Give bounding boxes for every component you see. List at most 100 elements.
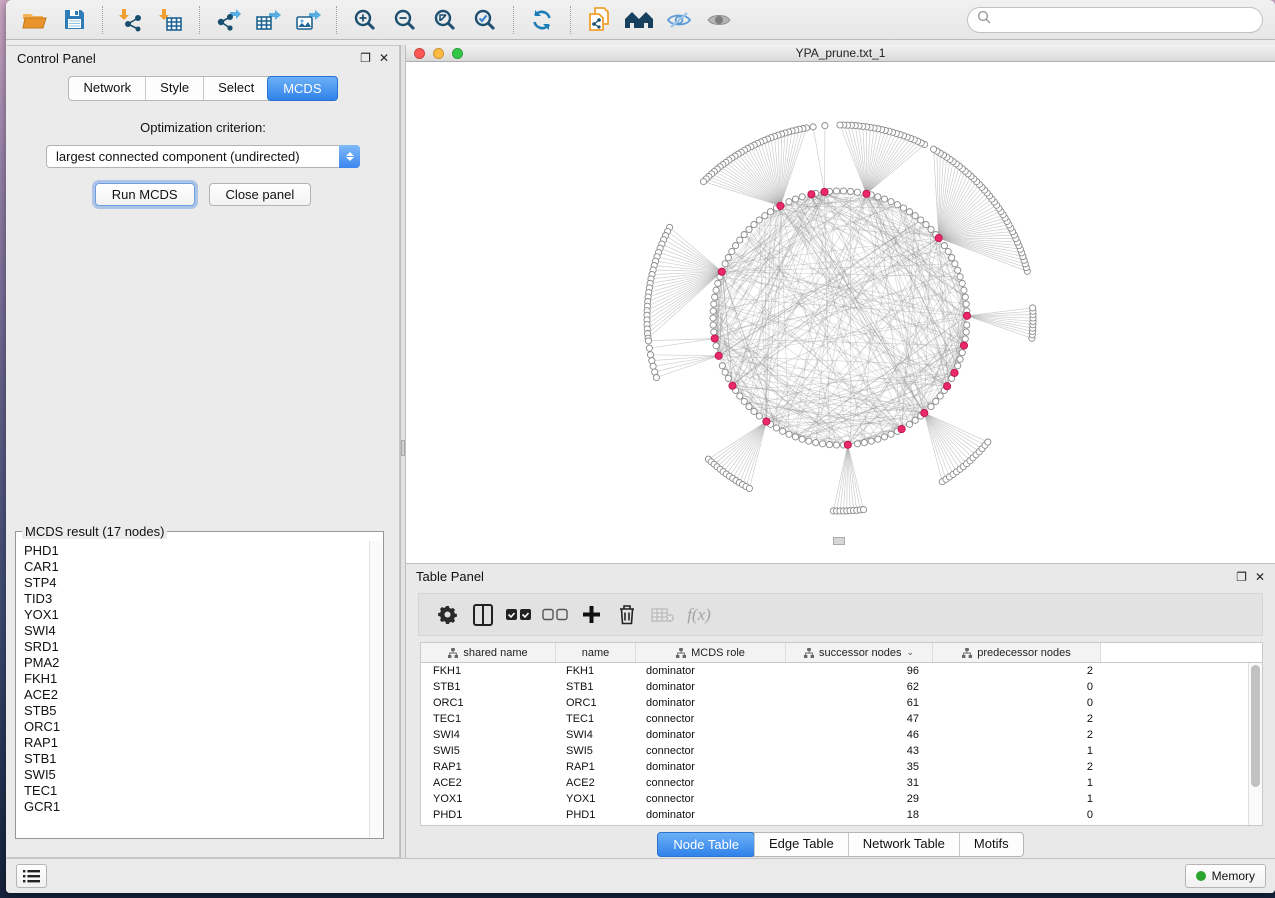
table-row[interactable]: SWI5SWI5connector431 xyxy=(421,743,1248,759)
float-panel-icon[interactable]: ❐ xyxy=(360,52,371,64)
table-panel-title: Table Panel xyxy=(416,569,484,584)
mcds-result-item[interactable]: GCR1 xyxy=(24,799,369,815)
add-row-icon[interactable] xyxy=(573,600,609,630)
mcds-result-item[interactable]: STB5 xyxy=(24,703,369,719)
zoom-selected-icon[interactable] xyxy=(470,5,500,35)
duplicate-network-icon[interactable] xyxy=(584,5,614,35)
mcds-result-item[interactable]: TEC1 xyxy=(24,783,369,799)
tab-edge-table[interactable]: Edge Table xyxy=(754,833,848,856)
table-row[interactable]: ORC1ORC1dominator610 xyxy=(421,695,1248,711)
result-scrollbar[interactable] xyxy=(369,541,382,837)
show-panels-button[interactable] xyxy=(16,864,47,888)
table-row[interactable]: FKH1FKH1dominator962 xyxy=(421,663,1248,679)
network-window-titlebar[interactable]: YPA_prune.txt_1 xyxy=(406,45,1275,62)
select-all-icon[interactable] xyxy=(501,600,537,630)
table-toolbar: f(x) xyxy=(418,593,1263,636)
tab-node-table[interactable]: Node Table xyxy=(657,832,755,857)
memory-button[interactable]: Memory xyxy=(1185,864,1266,888)
mcds-result-item[interactable]: ORC1 xyxy=(24,719,369,735)
search-field[interactable] xyxy=(967,7,1263,33)
table-row[interactable]: SWI4SWI4dominator462 xyxy=(421,727,1248,743)
column-shared-name[interactable]: shared name xyxy=(421,643,556,662)
toolbar-separator xyxy=(513,6,514,34)
mcds-result-item[interactable]: RAP1 xyxy=(24,735,369,751)
import-network-icon[interactable] xyxy=(116,5,146,35)
mcds-result-item[interactable]: ACE2 xyxy=(24,687,369,703)
import-table-icon[interactable] xyxy=(156,5,186,35)
table-row[interactable]: YOX1YOX1connector291 xyxy=(421,791,1248,807)
window-close-icon[interactable] xyxy=(414,48,425,59)
zoom-out-icon[interactable] xyxy=(390,5,420,35)
show-all-icon[interactable] xyxy=(704,5,734,35)
split-panel-icon[interactable] xyxy=(465,600,501,630)
save-session-icon[interactable] xyxy=(59,5,89,35)
mcds-result-box: MCDS result (17 nodes) PHD1CAR1STP4TID3Y… xyxy=(15,524,384,839)
zoom-in-icon[interactable] xyxy=(350,5,380,35)
mcds-result-item[interactable]: TID3 xyxy=(24,591,369,607)
horizontal-splitter-handle[interactable] xyxy=(833,537,845,545)
run-mcds-button[interactable]: Run MCDS xyxy=(95,183,195,206)
search-icon xyxy=(977,10,991,29)
tab-style[interactable]: Style xyxy=(145,77,203,100)
network-window: YPA_prune.txt_1 xyxy=(406,45,1275,563)
float-panel-icon[interactable]: ❐ xyxy=(1236,571,1247,583)
delete-row-icon[interactable] xyxy=(609,600,645,630)
mcds-result-item[interactable]: SWI4 xyxy=(24,623,369,639)
mcds-result-item[interactable]: STP4 xyxy=(24,575,369,591)
close-panel-button[interactable]: Close panel xyxy=(209,183,312,206)
table-row[interactable]: STB1STB1dominator620 xyxy=(421,679,1248,695)
table-row[interactable]: PHD1PHD1dominator180 xyxy=(421,807,1248,823)
mcds-result-item[interactable]: STB1 xyxy=(24,751,369,767)
zoom-fit-icon[interactable] xyxy=(430,5,460,35)
function-builder-icon: f(x) xyxy=(681,600,717,630)
tab-network[interactable]: Network xyxy=(69,77,145,100)
table-row[interactable]: RAP1RAP1dominator352 xyxy=(421,759,1248,775)
mcds-result-item[interactable]: SRD1 xyxy=(24,639,369,655)
memory-status-icon xyxy=(1196,871,1206,881)
export-network-icon[interactable] xyxy=(213,5,243,35)
mcds-result-item[interactable]: FKH1 xyxy=(24,671,369,687)
column-name[interactable]: name xyxy=(556,643,636,662)
refresh-icon[interactable] xyxy=(527,5,557,35)
network-canvas[interactable] xyxy=(406,62,1275,563)
hierarchy-icon xyxy=(676,648,686,658)
table-scrollbar[interactable] xyxy=(1248,663,1262,825)
export-image-icon[interactable] xyxy=(293,5,323,35)
table-row[interactable]: ACE2ACE2connector311 xyxy=(421,775,1248,791)
column-predecessor-nodes[interactable]: predecessor nodes xyxy=(933,643,1101,662)
first-neighbors-icon[interactable] xyxy=(624,5,654,35)
mcds-result-item[interactable]: PMA2 xyxy=(24,655,369,671)
mcds-result-item[interactable]: CAR1 xyxy=(24,559,369,575)
search-input[interactable] xyxy=(991,13,1253,27)
toolbar-separator xyxy=(336,6,337,34)
table-scrollbar-thumb[interactable] xyxy=(1251,665,1260,787)
table-row[interactable]: TEC1TEC1connector472 xyxy=(421,711,1248,727)
mcds-result-item[interactable]: PHD1 xyxy=(24,543,369,559)
criterion-value: largest connected component (undirected) xyxy=(47,149,300,164)
deselect-all-icon[interactable] xyxy=(537,600,573,630)
node-table[interactable]: shared name name MCDS role successor nod… xyxy=(420,642,1263,826)
splitter-handle[interactable] xyxy=(401,440,405,456)
mcds-result-list[interactable]: PHD1CAR1STP4TID3YOX1SWI4SRD1PMA2FKH1ACE2… xyxy=(17,541,369,837)
hierarchy-icon xyxy=(448,648,458,658)
settings-gear-icon[interactable] xyxy=(429,600,465,630)
tab-network-table[interactable]: Network Table xyxy=(848,833,959,856)
mcds-result-item[interactable]: SWI5 xyxy=(24,767,369,783)
column-mcds-role[interactable]: MCDS role xyxy=(636,643,786,662)
window-minimize-icon[interactable] xyxy=(433,48,444,59)
criterion-select[interactable]: largest connected component (undirected) xyxy=(46,145,360,168)
open-session-icon[interactable] xyxy=(19,5,49,35)
tab-motifs[interactable]: Motifs xyxy=(959,833,1023,856)
tab-mcds[interactable]: MCDS xyxy=(267,76,337,101)
close-panel-icon[interactable]: ✕ xyxy=(1255,571,1265,583)
close-panel-icon[interactable]: ✕ xyxy=(379,52,389,64)
mcds-result-item[interactable]: YOX1 xyxy=(24,607,369,623)
hide-selected-icon[interactable] xyxy=(664,5,694,35)
hierarchy-icon xyxy=(962,648,972,658)
column-successor-nodes[interactable]: successor nodes ⌄ xyxy=(786,643,933,662)
export-table-icon[interactable] xyxy=(253,5,283,35)
table-body[interactable]: FKH1FKH1dominator962STB1STB1dominator620… xyxy=(421,663,1248,825)
window-zoom-icon[interactable] xyxy=(452,48,463,59)
tab-select[interactable]: Select xyxy=(203,77,268,100)
network-graph[interactable] xyxy=(406,62,1275,563)
